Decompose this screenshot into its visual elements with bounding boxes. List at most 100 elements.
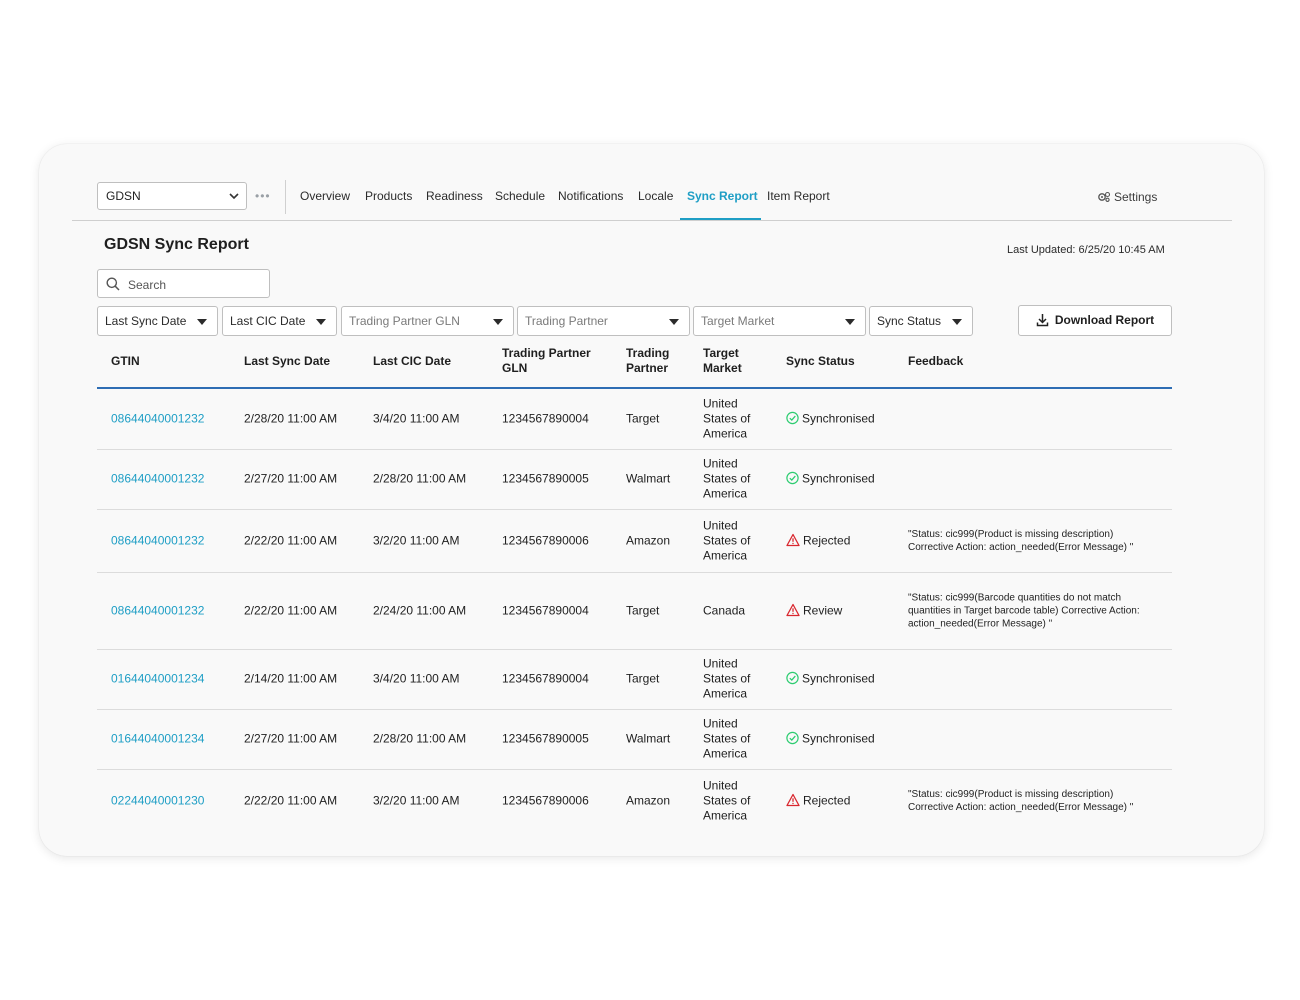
filter-target-market[interactable]: Target Market — [693, 306, 866, 336]
column-header-trading-partner: Trading Partner — [626, 346, 670, 375]
gtin-link[interactable]: 08644040001232 — [111, 412, 204, 427]
last-cic-date-cell: 2/28/20 11:00 AM — [373, 471, 467, 486]
check-circle-icon — [786, 671, 799, 685]
settings-label: Settings — [1114, 190, 1158, 204]
caret-down-icon — [316, 319, 326, 325]
last-updated-text: Last Updated: 6/25/20 10:45 AM — [1007, 244, 1165, 256]
tab-overview[interactable]: Overview — [300, 189, 350, 203]
gtin-link[interactable]: 01644040001234 — [111, 672, 204, 687]
search-icon — [106, 277, 120, 291]
last-sync-date-cell: 2/28/20 11:00 AM — [244, 411, 338, 426]
tab-item-report[interactable]: Item Report — [767, 189, 830, 203]
target-market-cell: Canada — [703, 603, 746, 617]
column-header-last-cic-date: Last CIC Date — [373, 354, 452, 368]
target-market-cell: United States of America — [703, 518, 751, 562]
last-sync-date-cell: 2/22/20 11:00 AM — [244, 603, 338, 617]
report-card: GDSN ••• Overview Products Readiness Sch… — [39, 144, 1264, 856]
table-row: 08644040001232 2/27/20 11:00 AM 2/28/20 … — [97, 449, 1172, 510]
filter-label: Last CIC Date — [230, 314, 306, 328]
sync-status-cell: Synchronised — [786, 472, 875, 487]
more-options-icon[interactable]: ••• — [255, 190, 271, 202]
filter-label: Trading Partner — [525, 314, 608, 328]
sync-status-text: Synchronised — [802, 411, 875, 426]
dataset-select-value: GDSN — [106, 189, 141, 203]
feedback-cell: "Status: cic999(Product is missing descr… — [908, 788, 1134, 813]
gtin-link[interactable]: 08644040001232 — [111, 533, 204, 548]
trading-partner-cell: Amazon — [626, 533, 671, 547]
tab-readiness[interactable]: Readiness — [426, 189, 483, 203]
sync-status-text: Synchronised — [802, 731, 875, 746]
tab-products[interactable]: Products — [365, 189, 412, 203]
column-header-target-market: Target Market — [703, 346, 742, 375]
download-report-button[interactable]: Download Report — [1018, 305, 1172, 336]
filter-last-sync-date[interactable]: Last Sync Date — [97, 306, 218, 336]
gln-cell: 1234567890004 — [502, 411, 589, 426]
download-icon — [1036, 314, 1049, 327]
sync-status-text: Synchronised — [802, 671, 875, 686]
table-row: 08644040001232 2/22/20 11:00 AM 2/24/20 … — [97, 572, 1172, 650]
column-header-feedback: Feedback — [908, 354, 964, 368]
last-cic-date-cell: 3/2/20 11:00 AM — [373, 793, 460, 807]
last-cic-date-cell: 3/4/20 11:00 AM — [373, 671, 460, 686]
table-row: 08644040001232 2/28/20 11:00 AM 3/4/20 1… — [97, 389, 1172, 450]
target-market-cell: United States of America — [703, 716, 751, 761]
tab-locale[interactable]: Locale — [638, 189, 673, 203]
sync-status-cell: Rejected — [786, 533, 850, 548]
sync-status-cell: Rejected — [786, 793, 850, 808]
warning-triangle-icon — [786, 793, 800, 806]
gln-cell: 1234567890006 — [502, 793, 589, 807]
table-row: 02244040001230 2/22/20 11:00 AM 3/2/20 1… — [97, 769, 1172, 832]
settings-button[interactable]: Settings — [1097, 190, 1157, 204]
filter-trading-partner-gln[interactable]: Trading Partner GLN — [341, 306, 514, 336]
trading-partner-cell: Walmart — [626, 471, 671, 486]
column-header-last-sync-date: Last Sync Date — [244, 354, 331, 368]
sync-status-text: Review — [803, 603, 843, 617]
warning-triangle-icon — [786, 603, 800, 616]
table-row: 08644040001232 2/22/20 11:00 AM 3/2/20 1… — [97, 509, 1172, 573]
last-sync-date-cell: 2/22/20 11:00 AM — [244, 793, 338, 807]
gear-icon — [1098, 191, 1111, 202]
caret-down-icon — [669, 319, 679, 325]
search-box[interactable] — [97, 269, 270, 298]
filter-sync-status[interactable]: Sync Status — [869, 306, 973, 336]
table-row: 01644040001234 2/27/20 11:00 AM 2/28/20 … — [97, 709, 1172, 770]
column-header-sync-status: Sync Status — [786, 354, 855, 368]
trading-partner-cell: Target — [626, 411, 660, 426]
column-header-trading-partner-gln: Trading Partner GLN — [502, 346, 591, 375]
filter-label: Target Market — [701, 314, 775, 328]
trading-partner-cell: Target — [626, 603, 660, 617]
tab-sync-report[interactable]: Sync Report — [687, 189, 758, 203]
search-input[interactable] — [126, 274, 266, 295]
target-market-cell: United States of America — [703, 656, 751, 701]
column-header-gtin: GTIN — [111, 354, 140, 368]
gtin-link[interactable]: 02244040001230 — [111, 793, 204, 808]
page-title: GDSN Sync Report — [104, 236, 249, 253]
sync-status-cell: Synchronised — [786, 732, 875, 747]
tab-schedule[interactable]: Schedule — [495, 189, 545, 203]
tab-notifications[interactable]: Notifications — [558, 189, 623, 203]
gln-cell: 1234567890006 — [502, 533, 589, 547]
filter-trading-partner[interactable]: Trading Partner — [517, 306, 690, 336]
last-sync-date-cell: 2/27/20 11:00 AM — [244, 731, 338, 746]
caret-down-icon — [197, 319, 207, 325]
check-circle-icon — [786, 731, 799, 745]
gln-cell: 1234567890004 — [502, 603, 589, 617]
gtin-link[interactable]: 01644040001234 — [111, 732, 204, 747]
trading-partner-cell: Target — [626, 671, 660, 686]
filter-label: Trading Partner GLN — [349, 314, 460, 328]
trading-partner-cell: Amazon — [626, 793, 671, 807]
check-circle-icon — [786, 471, 799, 485]
sync-status-cell: Synchronised — [786, 672, 875, 687]
trading-partner-cell: Walmart — [626, 731, 671, 746]
filter-last-cic-date[interactable]: Last CIC Date — [222, 306, 337, 336]
last-sync-date-cell: 2/27/20 11:00 AM — [244, 471, 338, 486]
gtin-link[interactable]: 08644040001232 — [111, 472, 204, 487]
sync-status-text: Rejected — [803, 533, 851, 547]
gln-cell: 1234567890004 — [502, 671, 589, 686]
dataset-select[interactable]: GDSN — [97, 182, 247, 210]
gtin-link[interactable]: 08644040001232 — [111, 603, 204, 618]
sync-status-cell: Synchronised — [786, 412, 875, 427]
last-cic-date-cell: 2/28/20 11:00 AM — [373, 731, 467, 746]
gln-cell: 1234567890005 — [502, 471, 589, 486]
filter-label: Sync Status — [877, 314, 942, 328]
